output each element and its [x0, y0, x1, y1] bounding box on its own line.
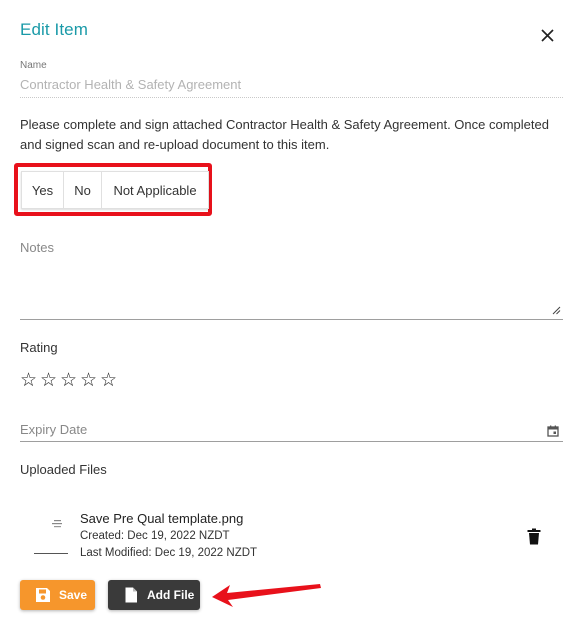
close-icon — [540, 28, 554, 42]
item-description: Please complete and sign attached Contra… — [20, 117, 549, 152]
name-field-label: Name — [20, 60, 47, 71]
star-icon[interactable]: ☆ — [20, 369, 38, 391]
add-file-button-label: Add File — [147, 588, 195, 602]
save-button-label: Save — [59, 588, 88, 602]
rating-label: Rating — [20, 340, 58, 355]
star-icon[interactable]: ☆ — [60, 369, 78, 391]
file-icon — [125, 587, 137, 603]
add-file-button[interactable]: Add File — [108, 580, 200, 610]
option-no-button[interactable]: No — [64, 172, 102, 208]
expiry-date-underline — [20, 441, 563, 442]
name-field-underline — [20, 97, 563, 98]
rating-stars: ☆ ☆ ☆ ☆ ☆ — [20, 369, 118, 391]
star-icon[interactable]: ☆ — [100, 369, 118, 391]
file-name-link[interactable]: Save Pre Qual template.png — [80, 511, 243, 526]
dialog-title: Edit Item — [20, 20, 88, 39]
annotation-arrow — [212, 584, 321, 607]
star-icon[interactable]: ☆ — [80, 369, 98, 391]
calendar-icon[interactable] — [547, 425, 559, 437]
name-field-value: Contractor Health & Safety Agreement — [20, 77, 242, 92]
floppy-disk-icon — [36, 588, 50, 602]
close-button[interactable] — [533, 24, 561, 46]
response-options: Yes No Not Applicable — [21, 171, 209, 209]
file-created-date: Created: Dec 19, 2022 NZDT — [80, 530, 230, 542]
notes-placeholder: Notes — [20, 240, 54, 255]
file-thumbnail[interactable] — [34, 518, 68, 554]
file-modified-date: Last Modified: Dec 19, 2022 NZDT — [80, 547, 258, 559]
resize-grip-icon[interactable] — [552, 306, 561, 315]
uploaded-files-label: Uploaded Files — [20, 462, 107, 477]
trash-icon[interactable] — [527, 528, 541, 545]
star-icon[interactable]: ☆ — [40, 369, 58, 391]
save-button[interactable]: Save — [20, 580, 95, 610]
option-not-applicable-button[interactable]: Not Applicable — [102, 172, 208, 208]
notes-textarea[interactable] — [20, 260, 563, 320]
expiry-date-input[interactable]: Expiry Date — [20, 422, 87, 437]
option-yes-button[interactable]: Yes — [22, 172, 64, 208]
